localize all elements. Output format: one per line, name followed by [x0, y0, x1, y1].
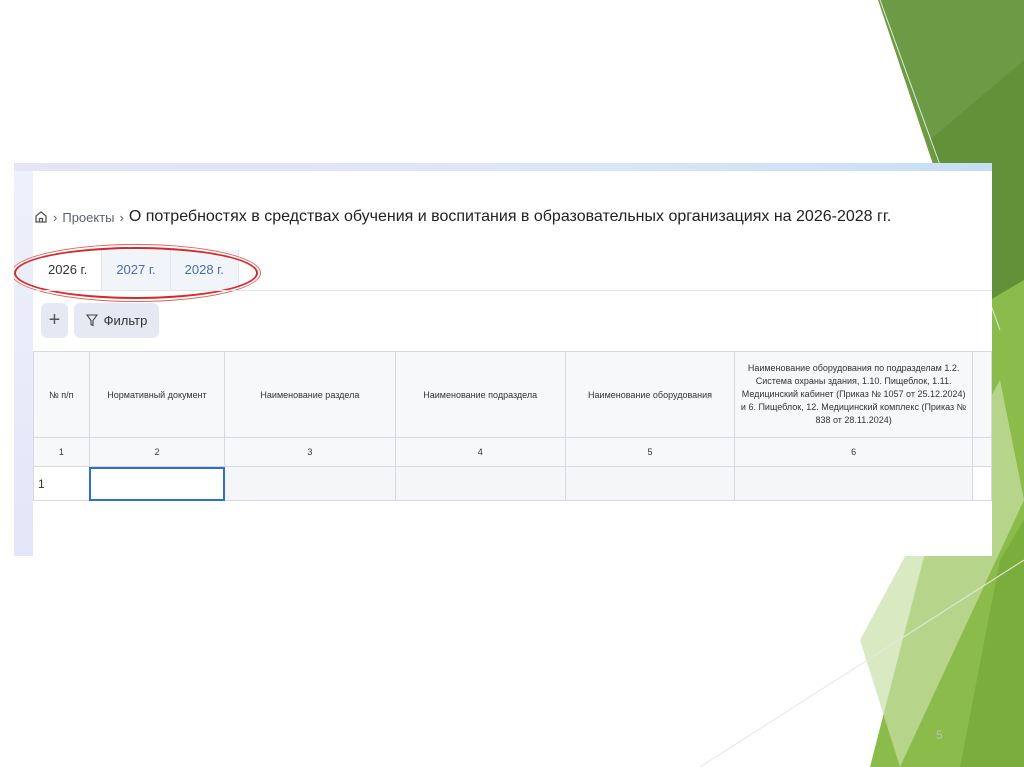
table-row: 1	[33, 466, 992, 501]
table-header-row: № п/п Нормативный документ Наименование …	[33, 351, 992, 438]
top-bar	[14, 163, 992, 171]
chevron-right-icon: ›	[119, 209, 124, 225]
table-cell[interactable]: 1	[33, 466, 90, 501]
table-cell[interactable]	[564, 466, 736, 501]
column-header: Наименование раздела	[224, 351, 396, 438]
divider	[34, 290, 992, 291]
breadcrumb-projects[interactable]: Проекты	[62, 210, 114, 225]
app-screenshot: › Проекты › О потребностях в средствах о…	[14, 163, 992, 556]
column-number: 1	[33, 437, 90, 467]
column-number	[972, 437, 992, 467]
data-table: № п/п Нормативный документ Наименование …	[33, 351, 992, 501]
red-ellipse-annotation	[14, 247, 258, 299]
chevron-right-icon: ›	[53, 209, 58, 225]
home-icon[interactable]	[34, 210, 48, 224]
table-cell[interactable]	[224, 466, 396, 501]
slide-number: 5	[936, 728, 943, 742]
page-title: О потребностях в средствах обучения и во…	[128, 208, 892, 225]
column-header-extra	[972, 351, 992, 438]
column-number-row: 1 2 3 4 5 6	[33, 437, 992, 467]
filter-button[interactable]: Фильтр	[74, 303, 159, 338]
column-header: № п/п	[33, 351, 90, 438]
table-cell[interactable]	[394, 466, 566, 501]
column-number: 3	[224, 437, 396, 467]
column-number: 5	[564, 437, 736, 467]
column-header: Наименование подраздела	[394, 351, 566, 438]
column-header: Нормативный документ	[88, 351, 226, 438]
breadcrumb: › Проекты › О потребностях в средствах о…	[34, 208, 891, 226]
filter-label: Фильтр	[103, 313, 148, 328]
plus-icon: +	[48, 309, 61, 331]
column-number: 6	[734, 437, 974, 467]
side-bar	[14, 171, 33, 556]
column-number: 2	[88, 437, 226, 467]
table-cell[interactable]	[734, 466, 974, 501]
table-cell-selected[interactable]	[88, 466, 226, 501]
column-header: Наименование оборудования	[564, 351, 736, 438]
column-number: 4	[394, 437, 566, 467]
table-cell	[972, 466, 992, 501]
filter-icon	[85, 314, 98, 327]
add-button[interactable]: +	[41, 303, 68, 338]
column-header: Наименование оборудования по подразделам…	[734, 351, 974, 438]
